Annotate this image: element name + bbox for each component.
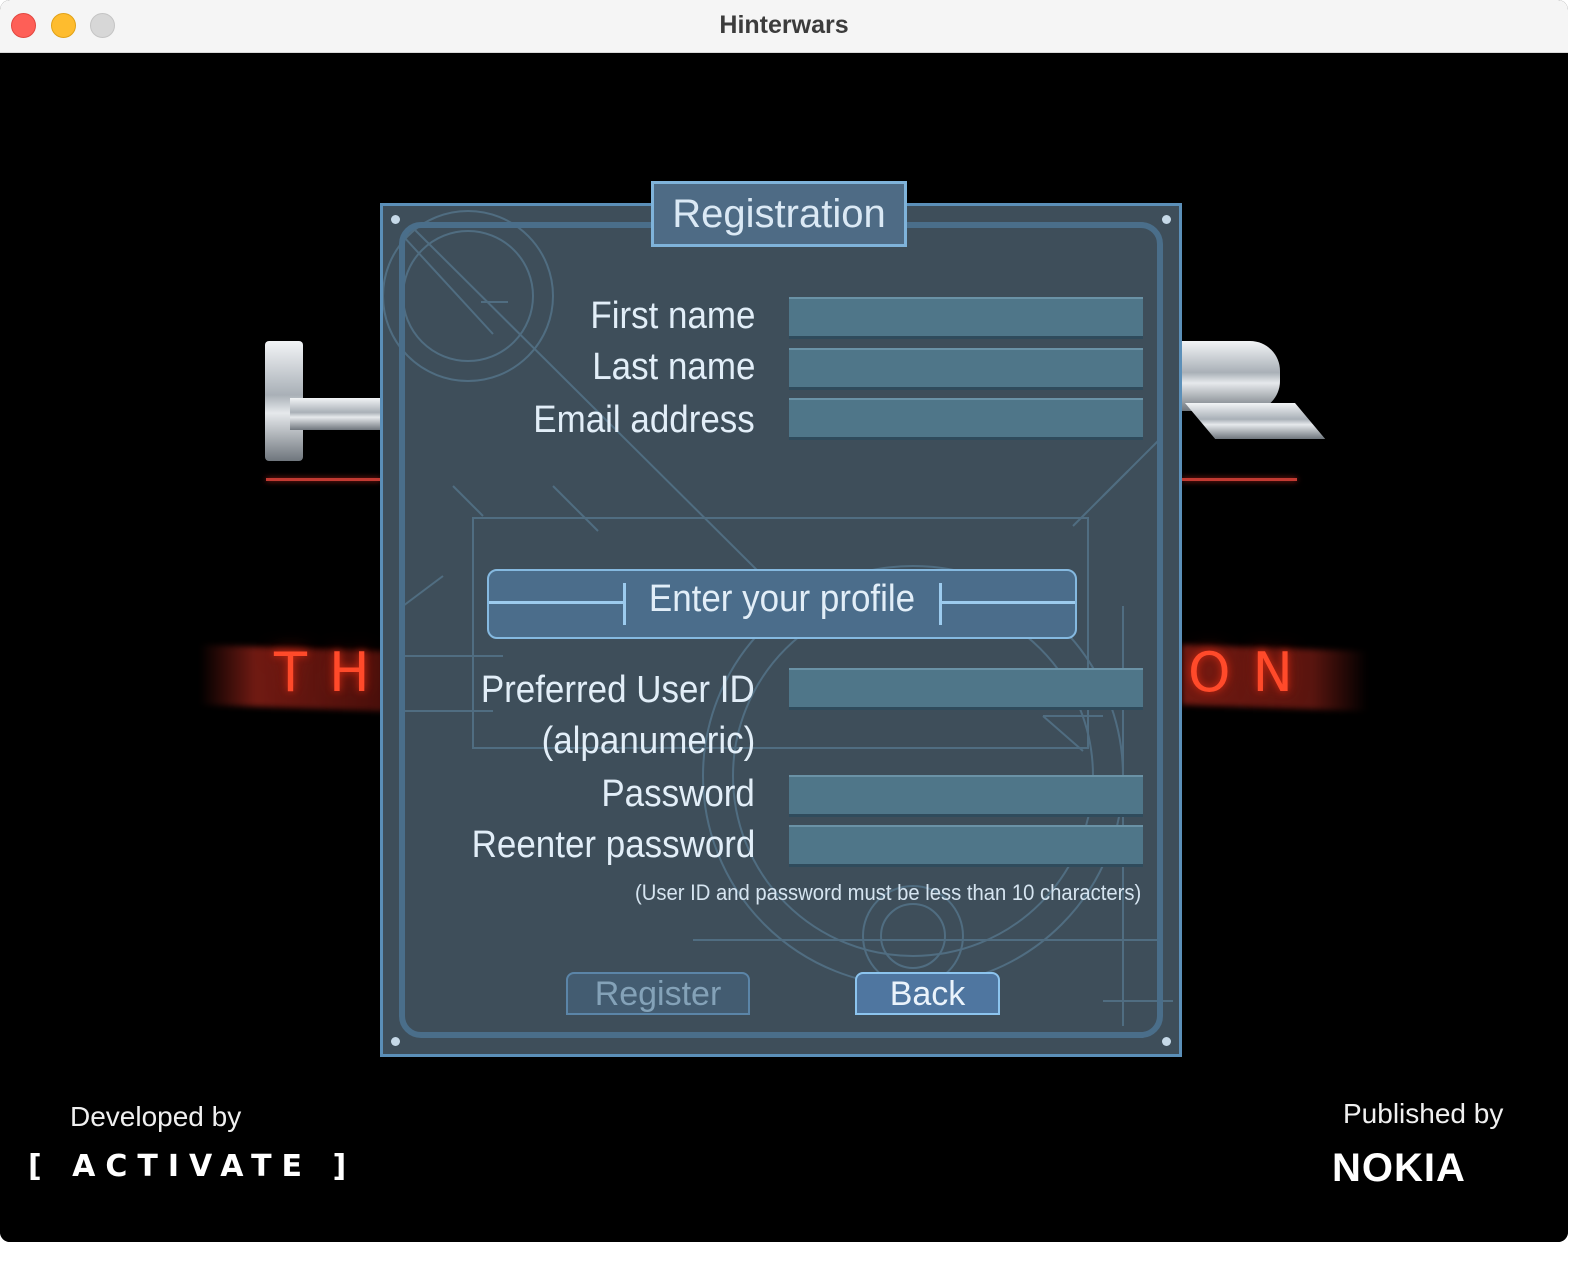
developed-by-label: Developed by [70,1101,242,1132]
password-label: Password [601,773,755,815]
first-name-field[interactable] [789,297,1143,339]
email-address-label: Email address [533,399,755,441]
logo-letter-h-bar [290,398,385,430]
window-title: Hinterwars [719,11,849,39]
published-by-label: Published by [1343,1098,1504,1129]
tagline-fragment-right: ON [1188,641,1315,704]
profile-section-header: Enter your profile [487,569,1077,639]
app-window: Hinterwars TH ON Registration First name… [0,0,1568,1242]
reenter-password-label: Reenter password [471,824,755,866]
logo-letter-r-leg [1185,403,1326,439]
publisher-logo: NOKIA [1332,1146,1466,1190]
last-name-field[interactable] [789,348,1143,390]
rivet-top-left [391,215,400,224]
credentials-hint: (User ID and password must be less than … [634,880,1141,905]
rivet-bottom-right [1162,1037,1171,1046]
password-field[interactable] [789,775,1143,817]
developer-logo: [ ACTIVATE ] [28,1149,357,1184]
user-id-label-note: (alpanumeric) [541,720,755,762]
email-address-field[interactable] [789,398,1143,440]
back-button[interactable]: Back [855,972,1000,1015]
title-bar: Hinterwars [0,0,1568,53]
tagline-fragment-left: TH [274,641,392,704]
profile-section-title: Enter your profile [648,578,916,620]
dialog-title: Registration [651,181,907,247]
user-id-label: Preferred User ID [481,669,755,711]
game-area: TH ON Registration First name Last name … [0,53,1568,1242]
first-name-label: First name [589,295,755,337]
registration-dialog: Registration First name Last name Email … [380,181,1182,1057]
rivet-top-right [1162,215,1171,224]
user-id-field[interactable] [789,668,1143,710]
register-button[interactable]: Register [566,972,750,1015]
logo-underline-left [266,478,381,481]
last-name-label: Last name [591,346,755,388]
logo-underline-right [1182,478,1297,481]
rivet-bottom-left [391,1037,400,1046]
logo-letter-r-bowl [1180,341,1280,411]
reenter-password-field[interactable] [789,825,1143,867]
